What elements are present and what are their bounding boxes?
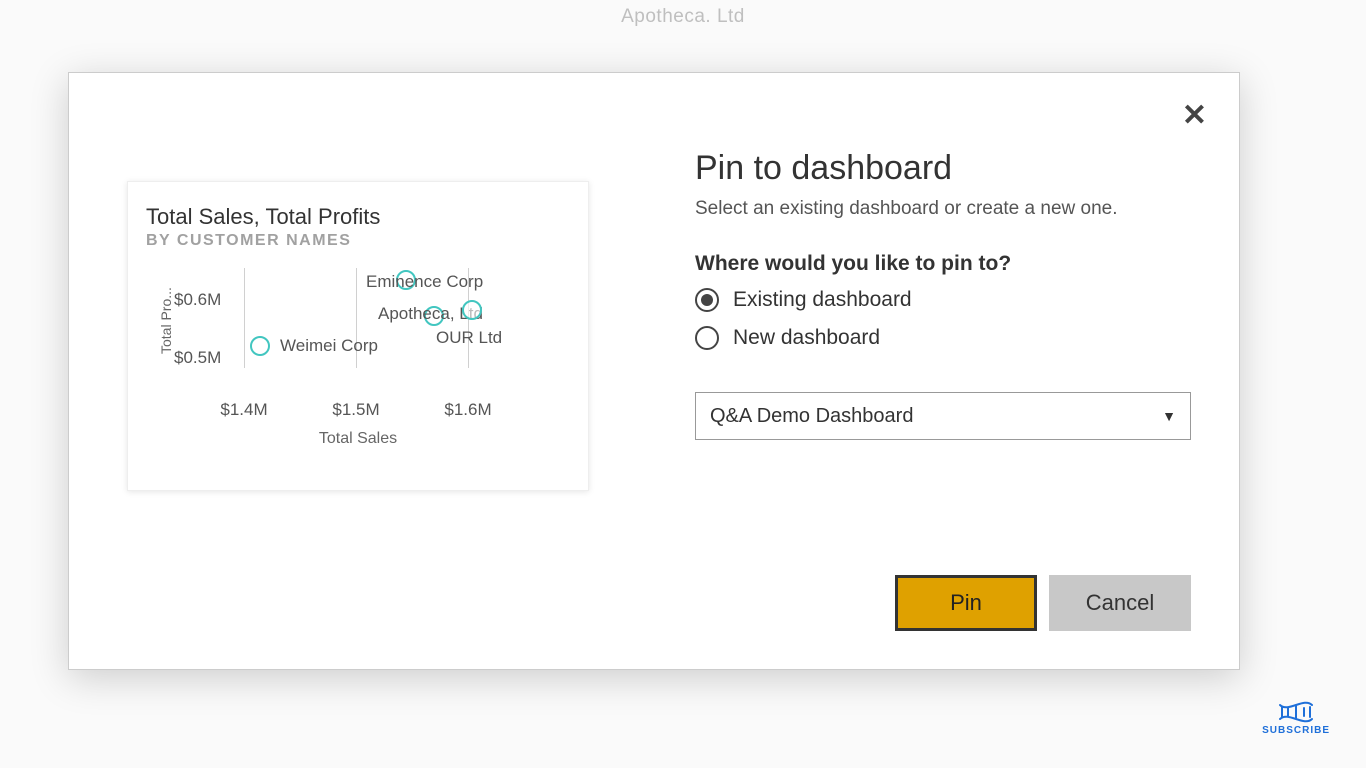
- chart-subtitle: BY CUSTOMER NAMES: [146, 232, 570, 250]
- dna-icon: [1276, 701, 1316, 723]
- chart-title: Total Sales, Total Profits: [146, 204, 570, 230]
- cancel-button[interactable]: Cancel: [1049, 575, 1191, 631]
- close-icon[interactable]: ✕: [1182, 101, 1207, 131]
- pin-to-dashboard-dialog: Total Sales, Total Profits BY CUSTOMER N…: [68, 72, 1240, 670]
- scatter-label: OUR Ltd: [436, 328, 502, 348]
- dialog-description: Select an existing dashboard or create a…: [695, 198, 1191, 220]
- scatter-label: Weimei Corp: [280, 336, 378, 356]
- scatter-chart: Total Pro... $0.6M $0.5M Weimei Corp Emi…: [146, 268, 570, 428]
- subscribe-badge[interactable]: SUBSCRIBE: [1262, 701, 1330, 736]
- dialog-title: Pin to dashboard: [695, 149, 1191, 188]
- x-tick: $1.6M: [444, 400, 491, 420]
- gridline: [244, 268, 245, 368]
- radio-new-dashboard[interactable]: New dashboard: [695, 326, 1191, 350]
- pin-location-question: Where would you like to pin to?: [695, 252, 1191, 276]
- x-tick: $1.5M: [332, 400, 379, 420]
- pin-button[interactable]: Pin: [895, 575, 1037, 631]
- scatter-marker: [250, 336, 270, 356]
- radio-icon: [695, 288, 719, 312]
- radio-icon: [695, 326, 719, 350]
- x-tick: $1.4M: [220, 400, 267, 420]
- background-customer-label: Apotheca. Ltd: [621, 6, 745, 28]
- radio-label: New dashboard: [733, 326, 880, 350]
- y-axis-label: Total Pro...: [158, 287, 174, 354]
- radio-label: Existing dashboard: [733, 288, 912, 312]
- scatter-marker: [462, 300, 482, 320]
- radio-existing-dashboard[interactable]: Existing dashboard: [695, 288, 1191, 312]
- dialog-button-row: Pin Cancel: [895, 575, 1191, 631]
- dashboard-select-value: Q&A Demo Dashboard: [710, 405, 913, 428]
- subscribe-label: SUBSCRIBE: [1262, 725, 1330, 736]
- dialog-preview-pane: Total Sales, Total Profits BY CUSTOMER N…: [69, 73, 647, 669]
- x-axis-label: Total Sales: [146, 430, 570, 448]
- dialog-form-pane: ✕ Pin to dashboard Select an existing da…: [647, 73, 1239, 669]
- dashboard-select[interactable]: Q&A Demo Dashboard ▼: [695, 392, 1191, 440]
- chevron-down-icon: ▼: [1162, 408, 1176, 424]
- y-tick: $0.5M: [174, 348, 221, 368]
- chart-preview-card: Total Sales, Total Profits BY CUSTOMER N…: [127, 181, 589, 491]
- scatter-label: Eminence Corp: [366, 272, 483, 292]
- y-tick: $0.6M: [174, 290, 221, 310]
